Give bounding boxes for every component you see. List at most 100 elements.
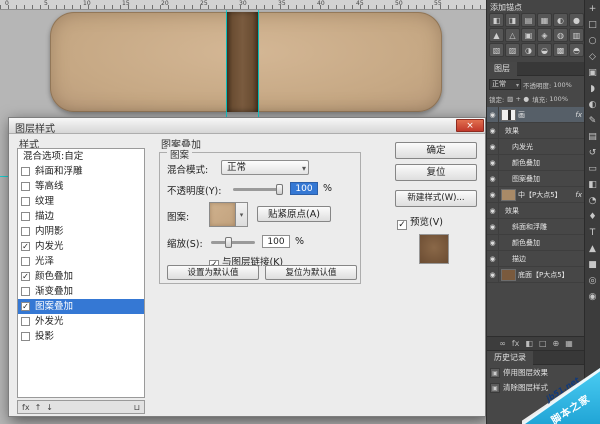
layers-footer-icon[interactable]: ∞: [499, 339, 506, 348]
effect-row[interactable]: ◉效果: [487, 203, 585, 219]
effect-row[interactable]: ◉颜色叠加: [487, 235, 585, 251]
panel-icon[interactable]: ▨: [505, 43, 520, 57]
style-checkbox[interactable]: [21, 317, 30, 326]
layer-row[interactable]: ◉底面【P大点5】: [487, 267, 585, 283]
panel-icon[interactable]: ◨: [505, 13, 520, 27]
lock-icon[interactable]: +: [514, 95, 522, 103]
fx-badge-icon[interactable]: fx: [575, 191, 582, 199]
ok-button[interactable]: 确定: [395, 142, 477, 159]
crop-tool-icon[interactable]: ▣: [586, 67, 599, 80]
fx-icon[interactable]: fx: [22, 403, 30, 412]
style-checkbox[interactable]: [21, 197, 30, 206]
visibility-eye-icon[interactable]: ◉: [487, 107, 499, 123]
blend-mode-select[interactable]: 正常 ▾: [221, 160, 309, 175]
zoom-tool-icon[interactable]: ◉: [586, 291, 599, 304]
effect-row[interactable]: ◉斜面和浮雕: [487, 219, 585, 235]
opacity-input[interactable]: 100: [290, 182, 318, 195]
style-checkbox[interactable]: [21, 257, 30, 266]
panel-icon[interactable]: ◈: [537, 28, 552, 42]
style-item[interactable]: 渐变叠加: [18, 284, 144, 299]
snap-to-origin-button[interactable]: 贴紧原点(A): [257, 206, 331, 222]
style-item[interactable]: ✓颜色叠加: [18, 269, 144, 284]
new-style-button[interactable]: 新建样式(W)...: [395, 190, 477, 207]
style-item[interactable]: 投影: [18, 329, 144, 344]
visibility-eye-icon[interactable]: ◉: [487, 171, 499, 187]
opacity-slider[interactable]: [233, 188, 281, 191]
visibility-eye-icon[interactable]: ◉: [487, 219, 499, 235]
pattern-picker-arrow[interactable]: ▾: [236, 202, 248, 227]
style-checkbox[interactable]: ✓: [21, 242, 30, 251]
path-select-tool-icon[interactable]: ▲: [586, 243, 599, 256]
style-item[interactable]: 内阴影: [18, 224, 144, 239]
layers-blend-mode-select[interactable]: 正常 ▾: [489, 79, 521, 90]
panel-icon[interactable]: ▩: [553, 43, 568, 57]
layers-footer-icon[interactable]: ▦: [565, 339, 573, 348]
visibility-eye-icon[interactable]: ◉: [487, 251, 499, 267]
tab-history[interactable]: 历史记录: [487, 351, 533, 365]
pattern-swatch[interactable]: [209, 202, 236, 227]
style-item[interactable]: ✓内发光: [18, 239, 144, 254]
make-default-button[interactable]: 设置为默认值: [167, 265, 259, 280]
clone-stamp-tool-icon[interactable]: ▤: [586, 131, 599, 144]
lock-icon[interactable]: ▨: [506, 95, 514, 103]
opacity-slider-knob[interactable]: [276, 184, 283, 195]
arrow-down-icon[interactable]: ↓: [46, 403, 53, 412]
effect-row[interactable]: ◉图案叠加: [487, 171, 585, 187]
panel-icon[interactable]: △: [505, 28, 520, 42]
style-item[interactable]: 混合选项:自定: [18, 149, 144, 164]
panel-icon[interactable]: ▲: [489, 28, 504, 42]
effect-row[interactable]: ◉颜色叠加: [487, 155, 585, 171]
panel-icon[interactable]: ▤: [521, 13, 536, 27]
reset-default-button[interactable]: 复位为默认值: [265, 265, 357, 280]
blur-tool-icon[interactable]: ◔: [586, 195, 599, 208]
layer-row[interactable]: ◉画fx: [487, 107, 585, 123]
visibility-eye-icon[interactable]: ◉: [487, 139, 499, 155]
scale-input[interactable]: 100: [262, 235, 290, 248]
panel-icon[interactable]: ◓: [569, 43, 584, 57]
healing-brush-tool-icon[interactable]: ◐: [586, 99, 599, 112]
panel-icon[interactable]: ▦: [537, 13, 552, 27]
panel-icon[interactable]: ▥: [569, 28, 584, 42]
eyedropper-tool-icon[interactable]: ◗: [586, 83, 599, 96]
layer-thumbnail[interactable]: [501, 109, 516, 121]
panel-icon[interactable]: ▧: [489, 43, 504, 57]
preview-checkbox[interactable]: ✓预览(V): [397, 214, 443, 230]
lasso-tool-icon[interactable]: ○: [586, 35, 599, 48]
style-item[interactable]: 纹理: [18, 194, 144, 209]
shape-tool-icon[interactable]: ■: [586, 259, 599, 272]
layer-row[interactable]: ◉中【P大点5】fx: [487, 187, 585, 203]
style-item[interactable]: 光泽: [18, 254, 144, 269]
style-checkbox[interactable]: [21, 332, 30, 341]
marquee-tool-icon[interactable]: □: [586, 19, 599, 32]
layers-opacity-value[interactable]: 100%: [553, 81, 572, 89]
brush-tool-icon[interactable]: ✎: [586, 115, 599, 128]
layers-footer-icon[interactable]: ◧: [525, 339, 533, 348]
effect-row[interactable]: ◉效果: [487, 123, 585, 139]
tab-layers[interactable]: 图层: [487, 62, 517, 76]
scale-slider[interactable]: [211, 241, 255, 244]
magic-wand-tool-icon[interactable]: ◇: [586, 51, 599, 64]
panel-icon[interactable]: ◧: [489, 13, 504, 27]
layer-thumbnail[interactable]: [501, 189, 516, 201]
effect-row[interactable]: ◉描边: [487, 251, 585, 267]
style-item[interactable]: 外发光: [18, 314, 144, 329]
style-item[interactable]: 斜面和浮雕: [18, 164, 144, 179]
pen-tool-icon[interactable]: ♦: [586, 211, 599, 224]
visibility-eye-icon[interactable]: ◉: [487, 155, 499, 171]
layers-footer-icon[interactable]: fx: [512, 339, 520, 348]
panel-icon[interactable]: ◍: [553, 28, 568, 42]
style-checkbox[interactable]: [21, 287, 30, 296]
dialog-titlebar[interactable]: 图层样式 ×: [9, 118, 485, 134]
style-checkbox[interactable]: [21, 212, 30, 221]
gradient-tool-icon[interactable]: ◧: [586, 179, 599, 192]
checkbox-check-icon[interactable]: ✓: [397, 220, 407, 230]
style-checkbox[interactable]: ✓: [21, 272, 30, 281]
fx-badge-icon[interactable]: fx: [575, 111, 582, 119]
panel-icon[interactable]: ▣: [521, 28, 536, 42]
layer-thumbnail[interactable]: [501, 269, 516, 281]
visibility-eye-icon[interactable]: ◉: [487, 123, 499, 139]
style-checkbox[interactable]: [21, 227, 30, 236]
close-icon[interactable]: ×: [456, 119, 484, 132]
visibility-eye-icon[interactable]: ◉: [487, 267, 499, 283]
style-checkbox[interactable]: [21, 167, 30, 176]
